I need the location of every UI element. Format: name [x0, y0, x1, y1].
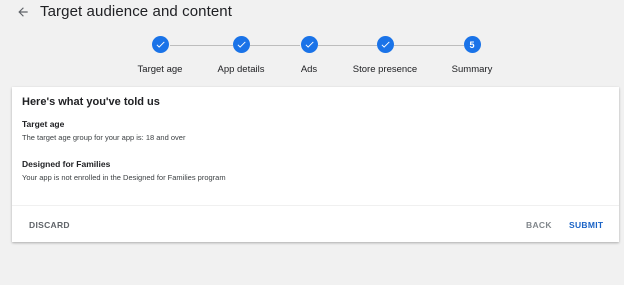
section-text-families: Your app is not enrolled in the Designed… [22, 173, 226, 182]
card-footer: DISCARD BACK SUBMIT [12, 205, 619, 242]
back-button[interactable] [14, 3, 32, 21]
step-label: Target age [137, 64, 183, 75]
page-header: Target audience and content [0, 0, 624, 26]
step-number: 5 [463, 36, 481, 53]
page-title: Target audience and content [40, 3, 233, 20]
check-icon [151, 36, 169, 53]
summary-card: Here's what you've told us Target age Th… [12, 87, 619, 242]
step-summary[interactable]: 5 Summary [422, 36, 522, 75]
back-step-button[interactable]: BACK [526, 220, 552, 230]
card-title: Here's what you've told us [22, 96, 160, 108]
check-icon [300, 36, 318, 53]
progress-stepper: Target age App details Ads Store presenc… [0, 36, 624, 80]
section-text-target-age: The target age group for your app is: 18… [22, 133, 186, 142]
step-label: Summary [451, 64, 493, 75]
step-label: Store presence [352, 64, 418, 75]
step-label: App details [217, 64, 265, 75]
section-heading-families: Designed for Families [22, 159, 111, 169]
check-icon [376, 36, 394, 53]
section-heading-target-age: Target age [22, 119, 65, 129]
arrow-left-icon [18, 7, 28, 17]
discard-button[interactable]: DISCARD [29, 220, 70, 230]
step-store-presence[interactable]: Store presence [335, 36, 435, 75]
step-label: Ads [300, 64, 318, 75]
submit-button[interactable]: SUBMIT [569, 220, 603, 230]
check-icon [232, 36, 250, 53]
